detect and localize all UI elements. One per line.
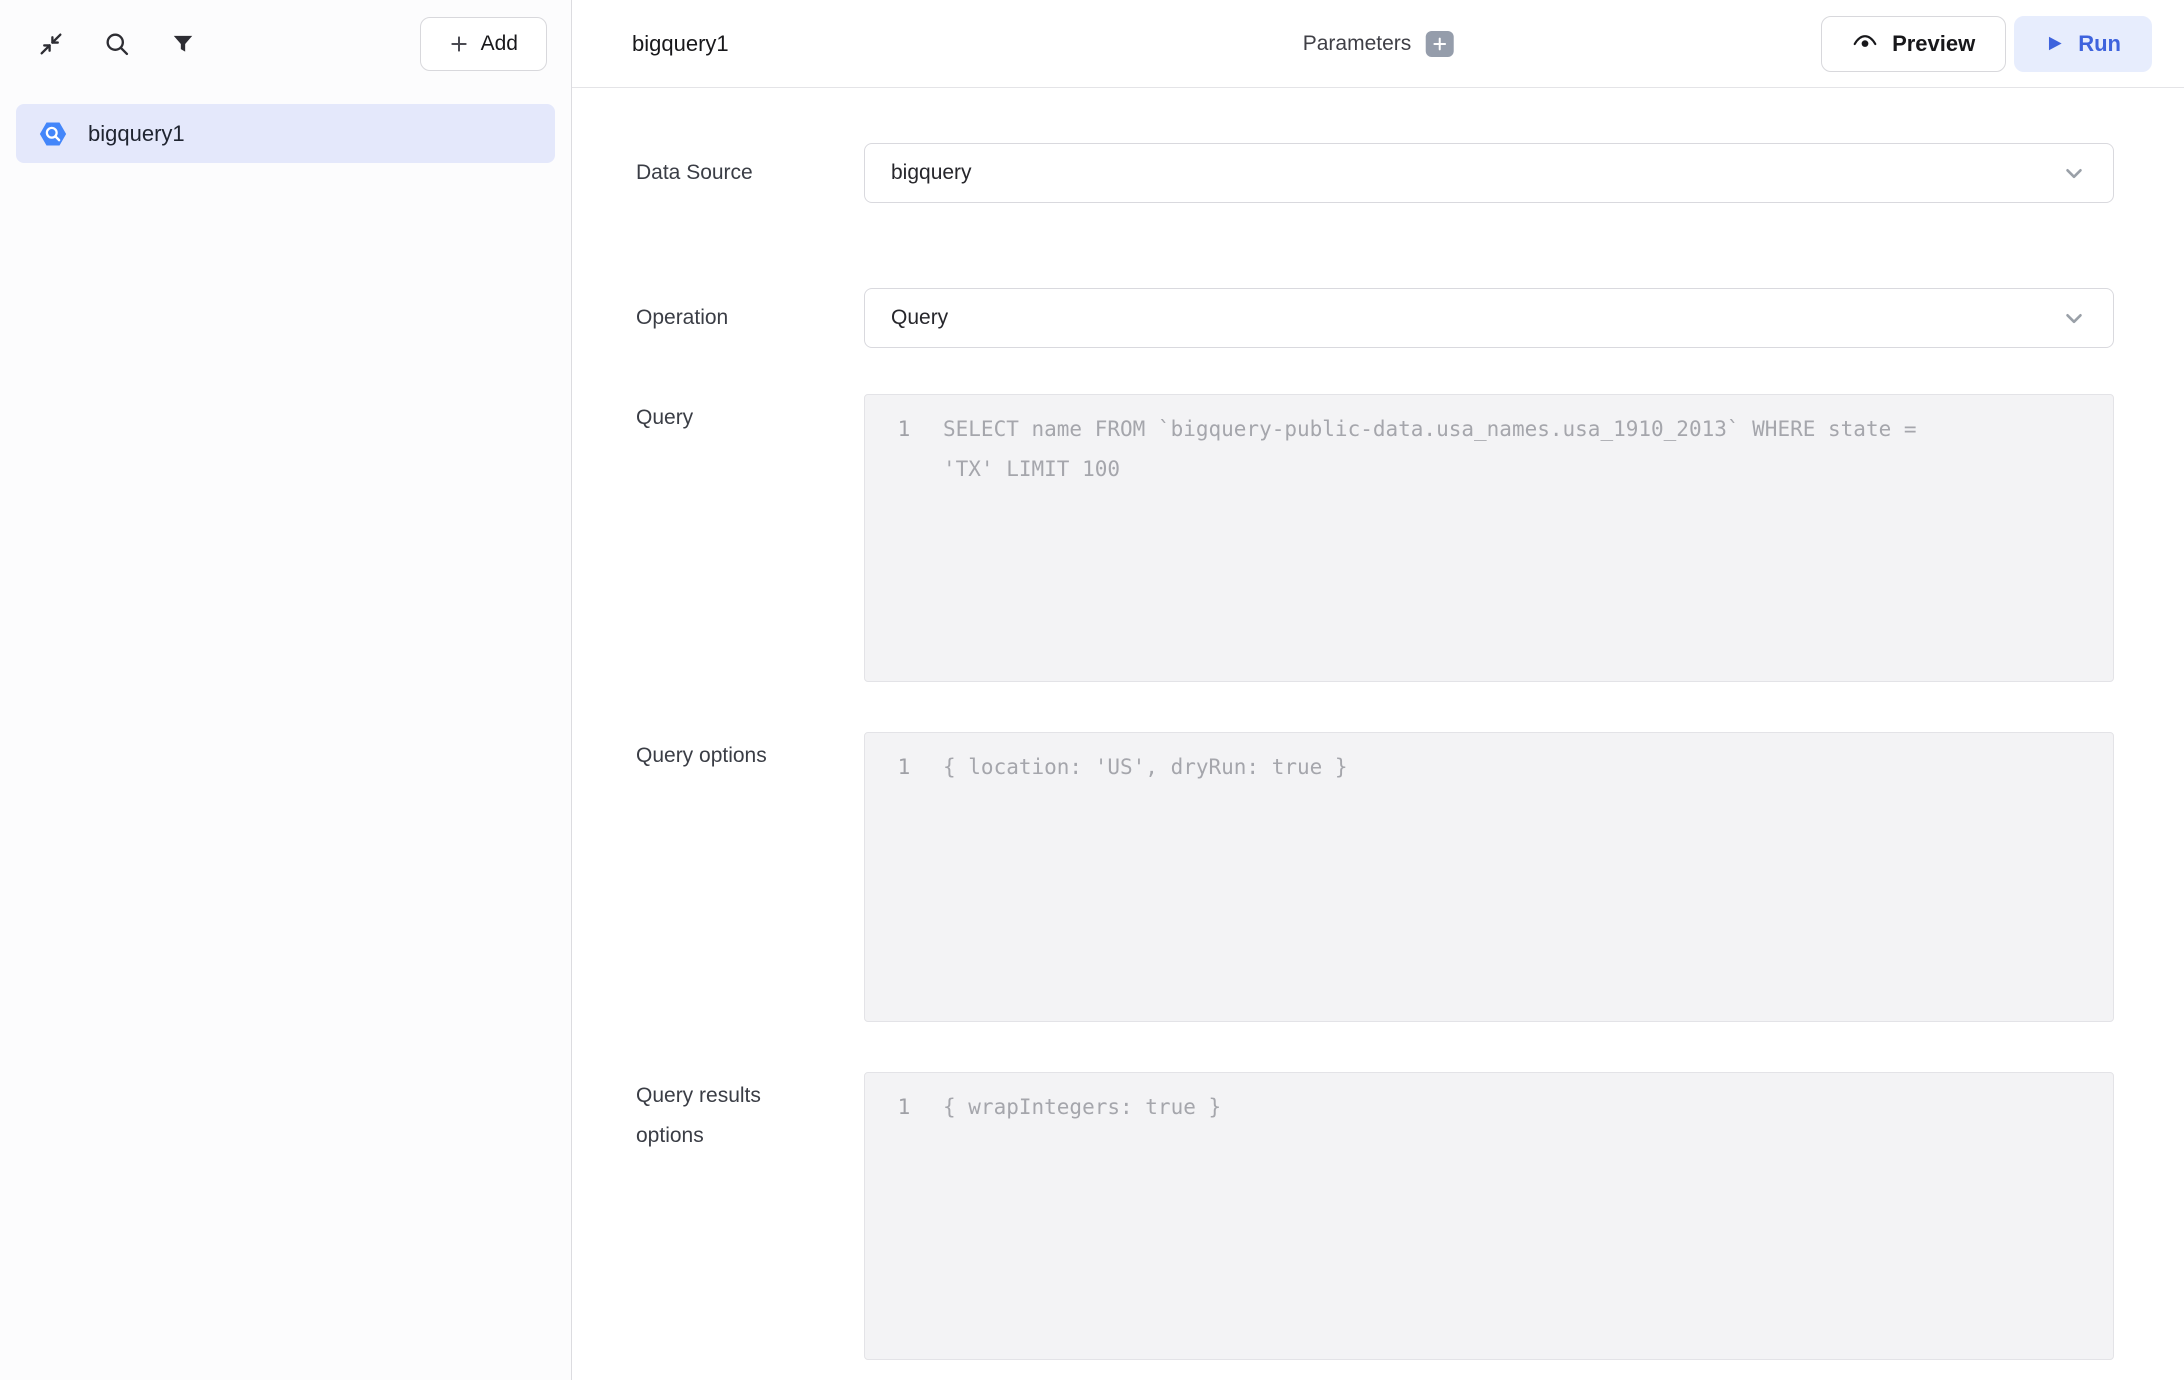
query-editor-panel: bigquery1 Parameters: [572, 0, 2184, 1380]
query-item-label: bigquery1: [88, 121, 185, 147]
query-results-options-text: { wrapIntegers: true }: [943, 1087, 1221, 1127]
plus-icon: [1431, 36, 1447, 52]
query-results-options-row: Query results options 1 { wrapIntegers: …: [636, 1072, 2114, 1360]
plus-icon: [449, 34, 469, 54]
search-icon[interactable]: [102, 29, 132, 59]
operation-select[interactable]: Query: [864, 288, 2114, 348]
eye-icon: [1852, 31, 1878, 57]
data-source-row: Data Source bigquery: [636, 143, 2114, 203]
data-source-select[interactable]: bigquery: [864, 143, 2114, 203]
line-number: 1: [865, 747, 943, 787]
parameters-label: Parameters: [1303, 32, 1412, 56]
preview-button[interactable]: Preview: [1821, 16, 2006, 72]
operation-value: Query: [891, 306, 948, 330]
parameters-section: Parameters: [1303, 31, 1454, 57]
bigquery-icon: [38, 119, 68, 149]
chevron-down-icon: [2061, 305, 2087, 331]
sidebar-toolbar: Add: [0, 0, 571, 88]
preview-button-label: Preview: [1892, 31, 1975, 57]
query-label: Query: [636, 394, 864, 438]
query-results-options-editor[interactable]: 1 { wrapIntegers: true }: [864, 1072, 2114, 1360]
query-form: Data Source bigquery Operation Query: [572, 88, 2184, 1380]
add-button-label: Add: [481, 32, 518, 56]
data-source-label: Data Source: [636, 153, 864, 193]
query-options-text: { location: 'US', dryRun: true }: [943, 747, 1348, 787]
list-item-bigquery1[interactable]: bigquery1: [16, 104, 555, 163]
page-title: bigquery1: [632, 31, 729, 57]
filter-icon[interactable]: [168, 29, 198, 59]
add-query-button[interactable]: Add: [420, 17, 547, 71]
app-window: Add bigquery1 bigquery1 Parameters: [0, 0, 2184, 1380]
play-icon: [2045, 34, 2064, 53]
operation-row: Operation Query: [636, 288, 2114, 348]
query-sidebar: Add bigquery1: [0, 0, 572, 1380]
run-button[interactable]: Run: [2014, 16, 2152, 72]
line-number: 1: [865, 409, 943, 449]
chevron-down-icon: [2061, 160, 2087, 186]
data-source-value: bigquery: [891, 161, 972, 185]
operation-label: Operation: [636, 298, 864, 338]
query-list: bigquery1: [0, 88, 571, 179]
line-number: 1: [865, 1087, 943, 1127]
query-code-text: SELECT name FROM `bigquery-public-data.u…: [943, 409, 1953, 489]
query-options-label: Query options: [636, 732, 864, 776]
query-code-editor[interactable]: 1 SELECT name FROM `bigquery-public-data…: [864, 394, 2114, 682]
add-parameter-button[interactable]: [1425, 31, 1453, 57]
header-actions: Preview Run: [1821, 16, 2152, 72]
query-row: Query 1 SELECT name FROM `bigquery-publi…: [636, 394, 2114, 682]
query-options-row: Query options 1 { location: 'US', dryRun…: [636, 732, 2114, 1022]
query-results-options-label: Query results options: [636, 1072, 864, 1156]
editor-header: bigquery1 Parameters: [572, 0, 2184, 88]
query-options-editor[interactable]: 1 { location: 'US', dryRun: true }: [864, 732, 2114, 1022]
collapse-icon[interactable]: [36, 29, 66, 59]
run-button-label: Run: [2078, 31, 2121, 57]
